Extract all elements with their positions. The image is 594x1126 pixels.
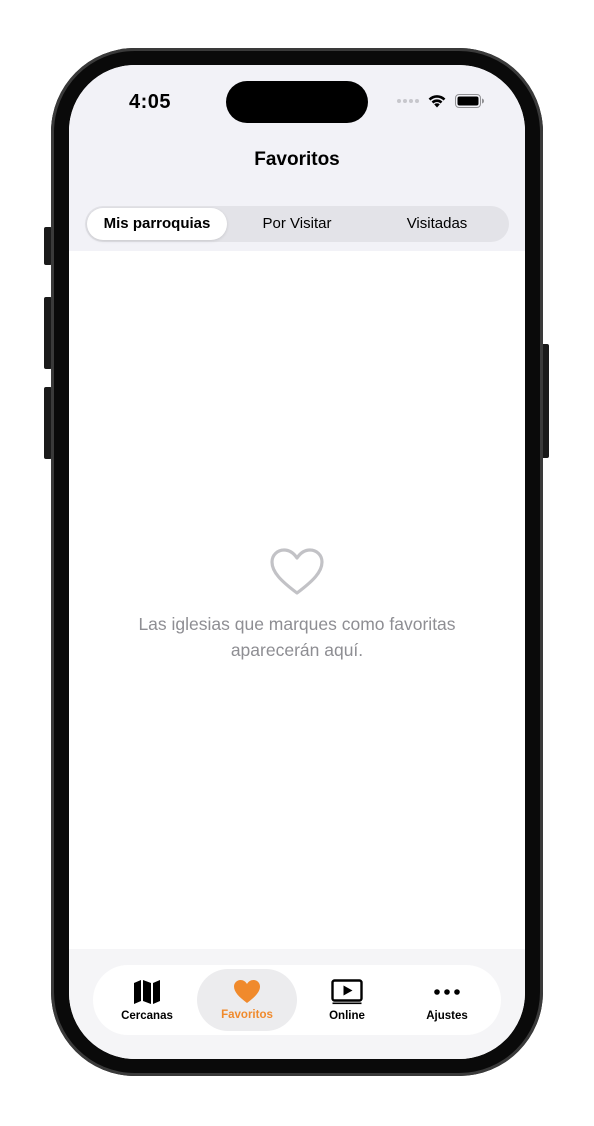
tab-label: Cercanas (121, 1009, 173, 1022)
status-icons (397, 93, 485, 108)
screen: 4:05 Favoritos Mis parroquias Por Visita… (69, 65, 525, 1059)
page-title: Favoritos (254, 149, 340, 170)
battery-icon (455, 93, 484, 108)
status-time: 4:05 (129, 91, 172, 113)
more-icon (434, 988, 460, 995)
segment-visitadas[interactable]: Visitadas (367, 208, 507, 240)
tab-label: Online (329, 1009, 365, 1022)
play-icon (331, 978, 363, 1004)
dynamic-island (226, 81, 368, 123)
empty-state-message: Las iglesias que marques como favoritas … (138, 614, 456, 660)
segmented-control: Mis parroquias Por Visitar Visitadas (85, 206, 509, 242)
tab-favoritos[interactable]: Favoritos (197, 969, 297, 1031)
tab-online[interactable]: Online (297, 969, 397, 1031)
map-icon (134, 979, 160, 1004)
cellular-signal-icon (397, 98, 419, 103)
tab-cercanas[interactable]: Cercanas (97, 969, 197, 1031)
header: 4:05 Favoritos Mis parroquias Por Visita… (69, 65, 525, 251)
segment-por-visitar[interactable]: Por Visitar (227, 208, 367, 240)
wifi-icon (428, 95, 446, 108)
device-mockup: 4:05 Favoritos Mis parroquias Por Visita… (0, 0, 594, 1126)
empty-state: Las iglesias que marques como favoritas … (69, 547, 525, 663)
tab-label: Ajustes (426, 1009, 468, 1022)
tab-bar: Cercanas Favoritos Online Ajustes (93, 965, 501, 1035)
segment-mis-parroquias[interactable]: Mis parroquias (87, 208, 227, 240)
tab-label: Favoritos (221, 1009, 273, 1021)
heart-icon (234, 980, 260, 1003)
heart-outline-icon (270, 548, 324, 595)
tab-ajustes[interactable]: Ajustes (397, 969, 497, 1031)
